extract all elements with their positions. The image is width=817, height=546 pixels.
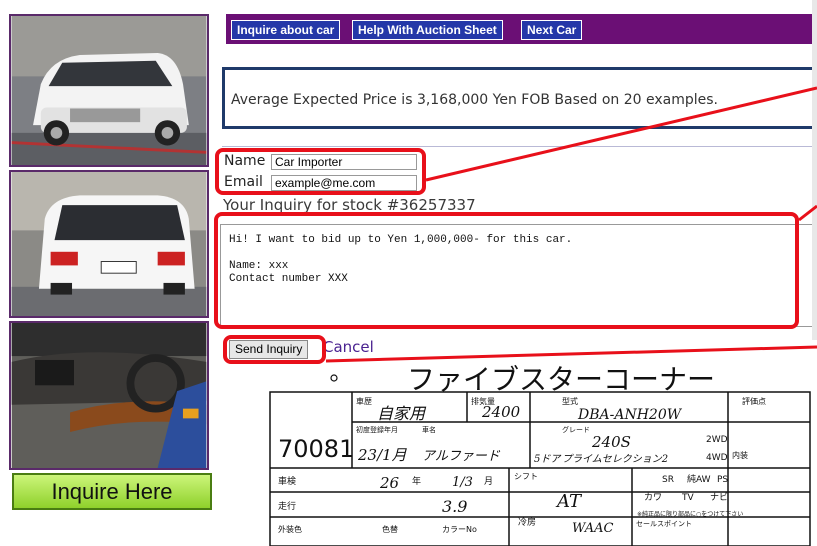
sheet-hw-mileage: 3.9 [442, 497, 467, 516]
inquire-here-button[interactable]: Inquire Here [12, 473, 212, 510]
sheet-label-mileage: 走行 [278, 500, 296, 512]
car-photo-front[interactable] [9, 14, 209, 167]
sheet-hw-displacement: 2400 [481, 403, 521, 421]
sheet-label-car-name: 車名 [422, 425, 436, 434]
send-button-highlight [223, 335, 326, 364]
sheet-eq-navi: ナビ [710, 492, 728, 503]
sheet-hw-grade: 240S [591, 433, 631, 451]
sheet-hw-grade-name: プライムセレクション2 [562, 453, 668, 465]
car-photo-rear-image [11, 172, 207, 316]
sheet-label-shift: シフト [514, 472, 538, 481]
message-highlight [214, 212, 799, 329]
car-photo-interior[interactable] [9, 321, 209, 470]
scrollbar[interactable] [812, 0, 817, 340]
sheet-label-grade: グレード [562, 425, 590, 434]
auction-sheet: ファイブスターコーナー 70081 車歴 排気量 型式 評価点 初度登録年月 車… [262, 362, 817, 546]
sheet-eq-aw: 純AW [687, 473, 711, 485]
sheet-hw-doors: 5ドア [534, 454, 562, 465]
next-car-button[interactable]: Next Car [521, 20, 583, 40]
sheet-eq-leather: カワ [644, 492, 662, 503]
inquire-about-car-button[interactable]: Inquire about car [231, 20, 341, 40]
sheet-label-exterior: 外装色 [278, 524, 302, 534]
sheet-hw-inspection-year: 26 [379, 474, 400, 492]
sheet-hw-car-name: アルファード [422, 449, 501, 464]
sheet-note: ※純正品に限り部品に○をつけて下さい [637, 510, 743, 518]
sheet-lot-number: 70081 [278, 435, 354, 463]
sheet-label-first-reg: 初度登録年月 [356, 425, 398, 434]
help-auction-sheet-button[interactable]: Help With Auction Sheet [352, 20, 503, 40]
sheet-label-sales-point: セールスポイント [636, 520, 692, 528]
sheet-hw-usage: 自家用 [377, 404, 427, 423]
sheet-label-color-change: 色替 [382, 524, 398, 534]
sheet-hw-first-reg: 23/1月 [357, 446, 408, 464]
sheet-eq-ps: PS [717, 475, 728, 485]
car-photo-interior-image [11, 323, 207, 468]
sheet-label-year: 年 [412, 475, 421, 487]
sheet-label-interior: 内装 [732, 450, 748, 460]
sheet-hw-shift: AT [555, 491, 583, 512]
auction-sheet-scan: ファイブスターコーナー 70081 車歴 排気量 型式 評価点 初度登録年月 車… [269, 363, 811, 546]
sheet-label-month: 月 [484, 476, 493, 487]
sheet-hw-model-code: DBA-ANH20W [577, 407, 683, 423]
car-photo-rear[interactable] [9, 170, 209, 318]
arrow-to-send [325, 345, 817, 363]
sheet-label-grade-score: 評価点 [742, 396, 766, 406]
sheet-eq-2wd: 2WD [706, 435, 728, 445]
divider [222, 146, 817, 147]
sheet-label-history: 車歴 [356, 396, 372, 406]
sheet-label-color-no: カラーNo [442, 525, 477, 534]
sheet-title: ファイブスターコーナー [407, 363, 715, 396]
sheet-eq-tv: TV [681, 493, 694, 503]
sheet-label-ac: 冷房 [518, 516, 536, 528]
sheet-hw-ac: WAAC [572, 521, 613, 536]
sheet-label-model: 型式 [562, 396, 578, 406]
sheet-label-inspection: 車検 [278, 475, 296, 487]
cancel-link[interactable]: Cancel [323, 338, 374, 356]
car-photo-front-image [11, 16, 207, 165]
sheet-eq-sr: SR [662, 475, 674, 485]
sheet-eq-4wd: 4WD [706, 453, 728, 463]
sheet-hw-inspection-month: 1/3 [452, 475, 473, 490]
name-email-highlight [215, 148, 426, 195]
average-price-text: Average Expected Price is 3,168,000 Yen … [231, 92, 718, 108]
